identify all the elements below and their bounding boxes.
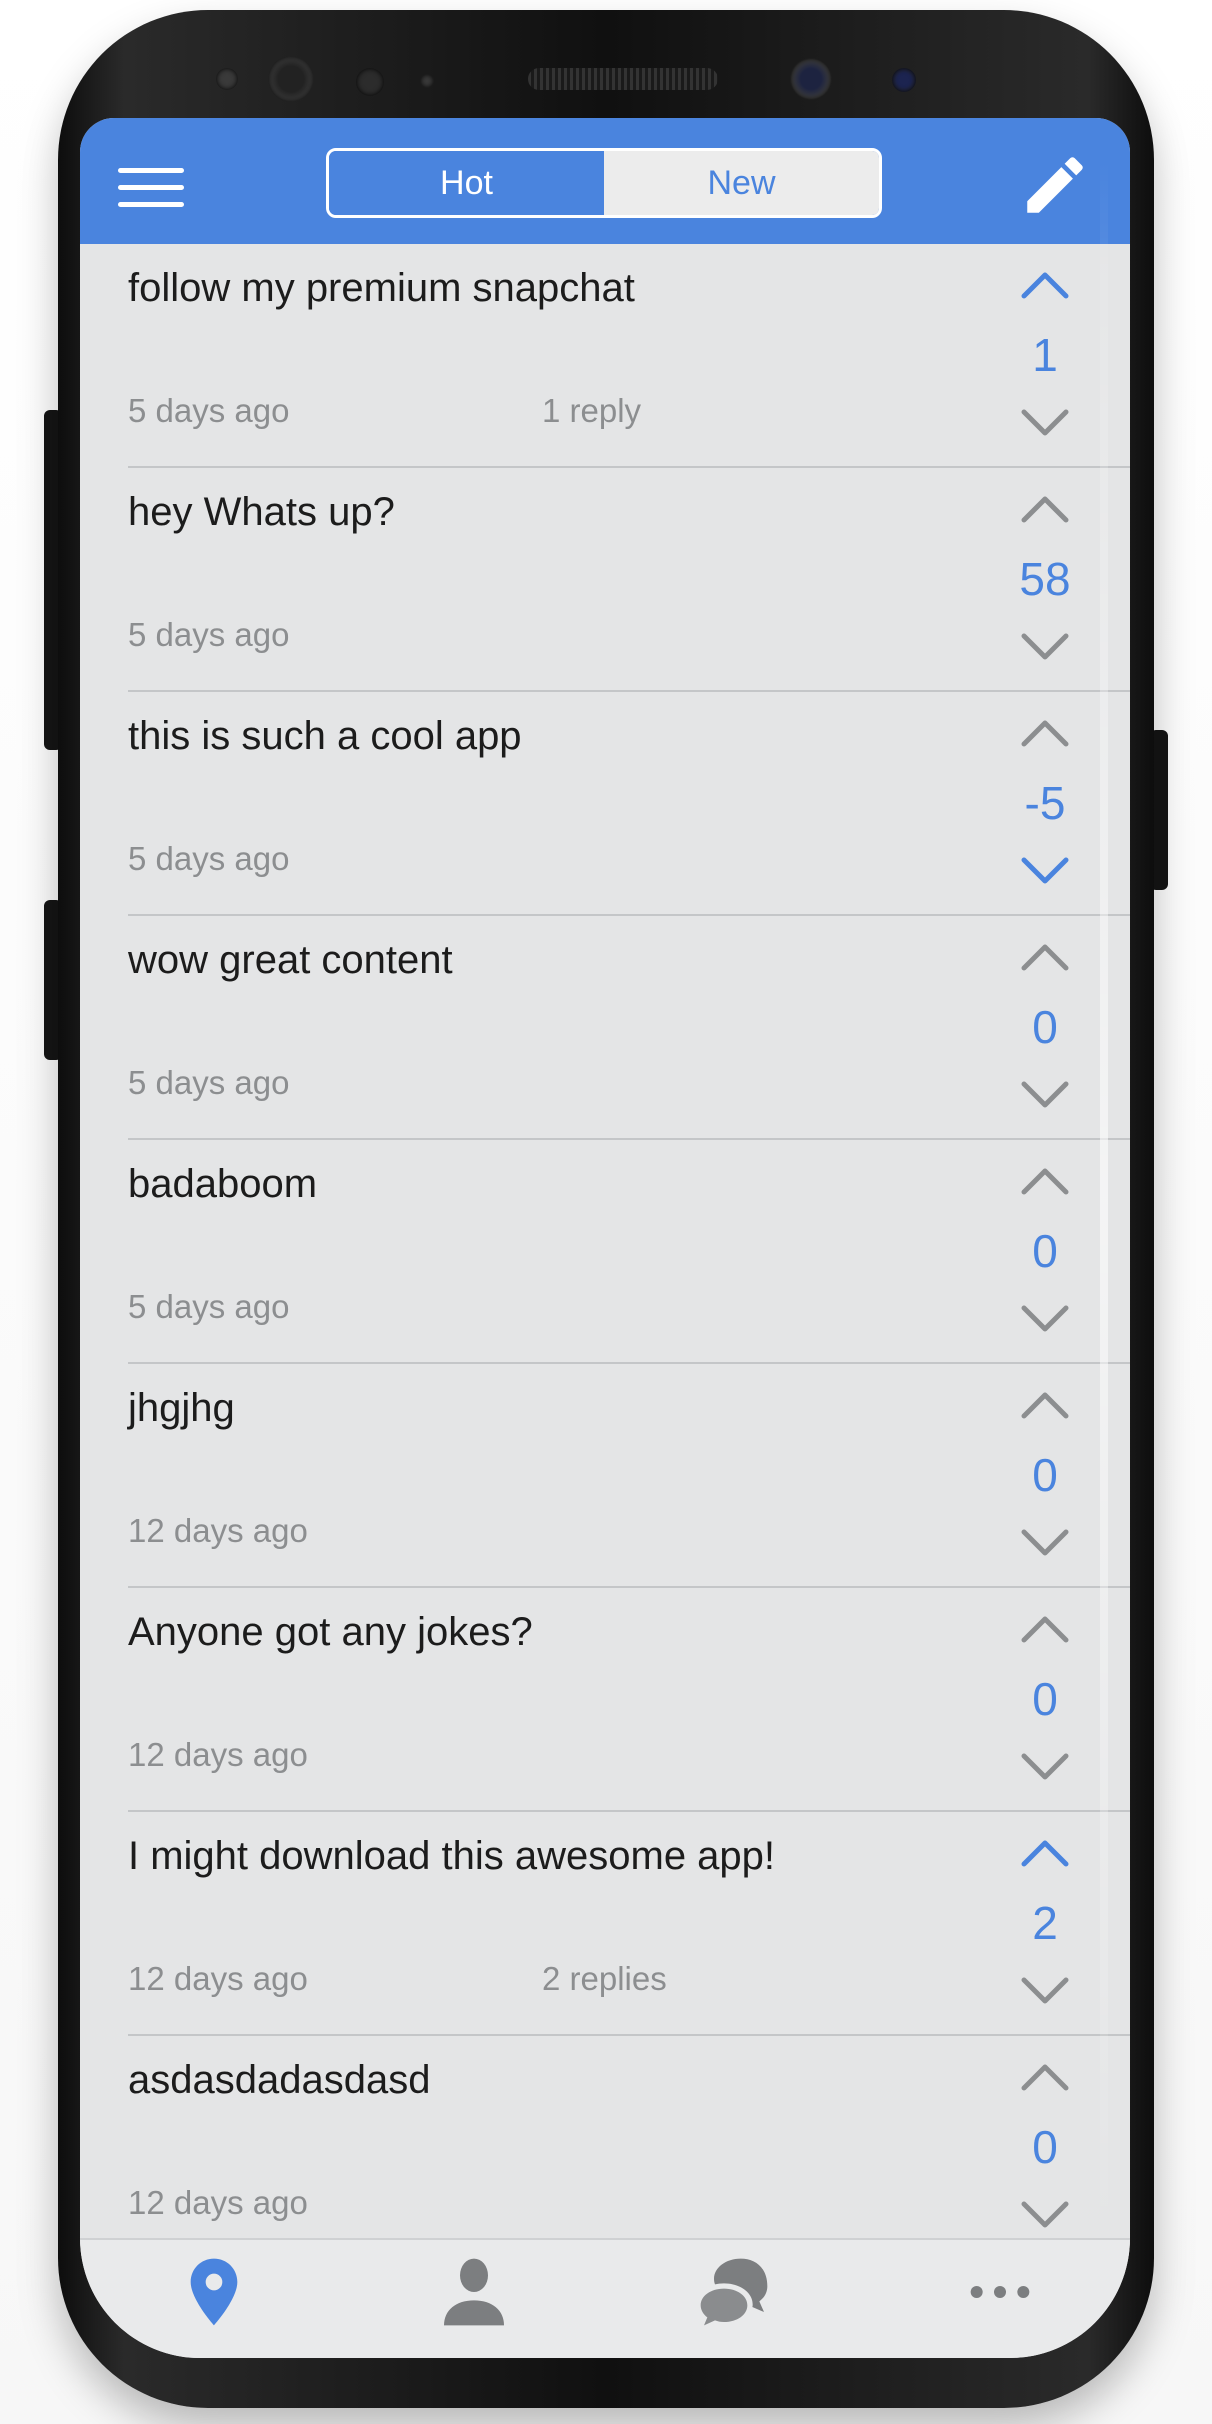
upvote-chevron-icon[interactable] <box>1020 1388 1070 1422</box>
vote-score: 0 <box>1032 2121 1058 2173</box>
vote-control: -5 <box>1010 712 1080 902</box>
feed-sort-tabs: Hot New <box>326 148 882 218</box>
upvote-chevron-icon[interactable] <box>1020 1836 1070 1870</box>
downvote-chevron-icon[interactable] <box>1020 1078 1070 1112</box>
sensor-dot <box>216 68 238 90</box>
pencil-icon[interactable] <box>1018 148 1092 222</box>
post-replies-link[interactable]: 2 replies <box>542 1960 667 1998</box>
downvote-chevron-icon[interactable] <box>1020 1526 1070 1560</box>
chat-bubbles-icon[interactable] <box>694 2252 774 2332</box>
upvote-chevron-icon[interactable] <box>1020 716 1070 750</box>
tab-hot[interactable]: Hot <box>329 151 604 215</box>
vote-control: 0 <box>1010 1608 1080 1798</box>
iris-scanner <box>268 56 314 102</box>
post-text: this is such a cool app <box>128 714 522 758</box>
app-screen: Hot New follow my premium snapchat 5 days… <box>80 118 1130 2358</box>
earpiece-speaker <box>528 68 718 90</box>
post-timestamp: 12 days ago <box>128 1960 308 1997</box>
post-item[interactable]: follow my premium snapchat 5 days ago 1 re… <box>80 244 1130 468</box>
post-timestamp: 5 days ago <box>128 840 290 877</box>
vote-score: 0 <box>1032 1225 1058 1277</box>
post-item[interactable]: badaboom 5 days ago 0 <box>80 1140 1130 1364</box>
post-text: follow my premium snapchat <box>128 266 635 310</box>
post-feed: follow my premium snapchat 5 days ago 1 re… <box>80 244 1130 2260</box>
post-timestamp: 12 days ago <box>128 2184 308 2221</box>
tab-new[interactable]: New <box>604 151 879 215</box>
vote-control: 58 <box>1010 488 1080 678</box>
upvote-chevron-icon[interactable] <box>1020 940 1070 974</box>
downvote-chevron-icon[interactable] <box>1020 1302 1070 1336</box>
post-item[interactable]: Anyone got any jokes? 12 days ago 0 <box>80 1588 1130 1812</box>
post-text: asdasdadasdasd <box>128 2058 431 2102</box>
profile-icon[interactable] <box>434 2252 514 2332</box>
post-text: I might download this awesome app! <box>128 1834 776 1878</box>
vote-score: 1 <box>1032 329 1058 381</box>
vote-score: 2 <box>1032 1897 1058 1949</box>
vote-score: 0 <box>1032 1449 1058 1501</box>
post-item[interactable]: wow great content 5 days ago 0 <box>80 916 1130 1140</box>
vote-score: 58 <box>1019 553 1071 605</box>
post-item[interactable]: jhgjhg 12 days ago 0 <box>80 1364 1130 1588</box>
front-camera <box>790 58 832 100</box>
post-item[interactable]: hey Whats up? 5 days ago 58 <box>80 468 1130 692</box>
vote-score: -5 <box>1024 777 1066 829</box>
downvote-chevron-icon[interactable] <box>1020 406 1070 440</box>
vote-control: 0 <box>1010 1160 1080 1350</box>
post-text: wow great content <box>128 938 453 982</box>
post-timestamp: 5 days ago <box>128 616 290 653</box>
post-text: badaboom <box>128 1162 318 1206</box>
downvote-chevron-icon[interactable] <box>1020 1974 1070 2008</box>
vote-score: 0 <box>1032 1673 1058 1725</box>
light-sensor <box>420 74 434 88</box>
vote-control: 2 <box>1010 1832 1080 2022</box>
downvote-chevron-icon[interactable] <box>1020 2198 1070 2232</box>
post-timestamp: 5 days ago <box>128 1064 290 1101</box>
app-header: Hot New <box>80 118 1130 244</box>
downvote-chevron-icon[interactable] <box>1020 854 1070 888</box>
post-item[interactable]: this is such a cool app 5 days ago -5 <box>80 692 1130 916</box>
post-item[interactable]: asdasdadasdasd 12 days ago 0 <box>80 2036 1130 2260</box>
upvote-chevron-icon[interactable] <box>1020 1164 1070 1198</box>
post-text: Anyone got any jokes? <box>128 1610 533 1654</box>
vote-control: 0 <box>1010 1384 1080 1574</box>
device-mockup: Hot New follow my premium snapchat 5 days… <box>0 0 1212 2424</box>
post-timestamp: 5 days ago <box>128 392 290 429</box>
post-item[interactable]: I might download this awesome app! 12 day… <box>80 1812 1130 2036</box>
vote-control: 1 <box>1010 264 1080 454</box>
downvote-chevron-icon[interactable] <box>1020 1750 1070 1784</box>
post-timestamp: 12 days ago <box>128 1736 308 1773</box>
vote-control: 0 <box>1010 936 1080 1126</box>
post-text: jhgjhg <box>128 1386 235 1430</box>
iris-camera <box>892 68 916 92</box>
post-replies-link[interactable]: 1 reply <box>542 392 641 430</box>
post-timestamp: 5 days ago <box>128 1288 290 1325</box>
more-dots-icon[interactable] <box>960 2252 1040 2332</box>
upvote-chevron-icon[interactable] <box>1020 492 1070 526</box>
downvote-chevron-icon[interactable] <box>1020 630 1070 664</box>
proximity-sensor <box>356 68 384 96</box>
vote-control: 0 <box>1010 2056 1080 2246</box>
upvote-chevron-icon[interactable] <box>1020 2060 1070 2094</box>
vote-score: 0 <box>1032 1001 1058 1053</box>
upvote-chevron-icon[interactable] <box>1020 1612 1070 1646</box>
hamburger-menu-icon[interactable] <box>118 168 184 208</box>
post-timestamp: 12 days ago <box>128 1512 308 1549</box>
location-pin-icon[interactable] <box>174 2252 254 2332</box>
post-text: hey Whats up? <box>128 490 395 534</box>
upvote-chevron-icon[interactable] <box>1020 268 1070 302</box>
bottom-nav-bar <box>80 2238 1130 2358</box>
